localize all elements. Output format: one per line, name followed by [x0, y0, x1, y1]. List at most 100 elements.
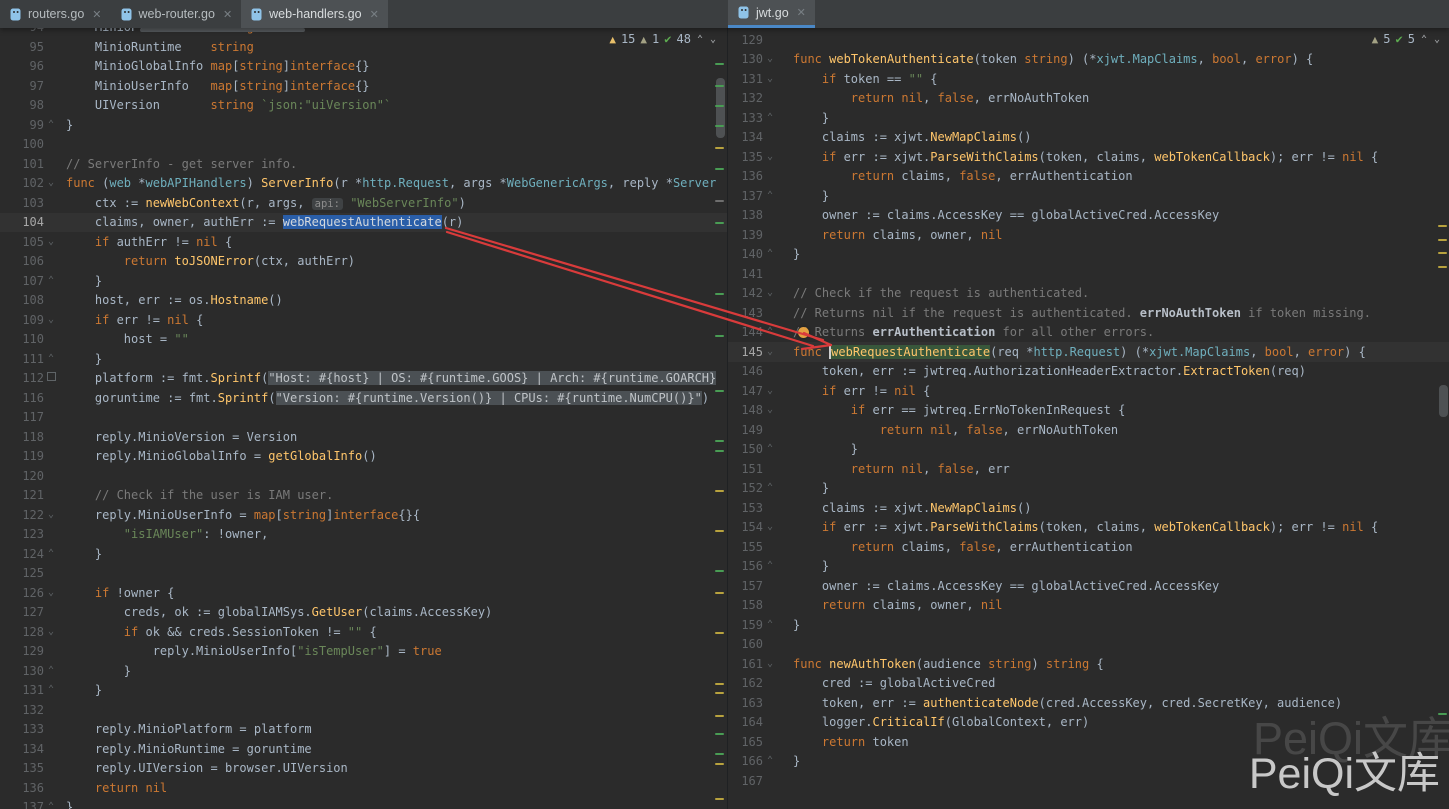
- code-line[interactable]: 151 return nil, false, err: [728, 459, 1449, 479]
- code-line[interactable]: 116 goruntime := fmt.Sprintf("Version: #…: [0, 388, 727, 408]
- error-stripe-mark[interactable]: [715, 570, 724, 572]
- fold-marker[interactable]: ⌃: [763, 113, 777, 123]
- code-line[interactable]: 102⌄ func (web *webAPIHandlers) ServerInf…: [0, 174, 727, 194]
- line-number[interactable]: 122: [0, 508, 44, 522]
- code-line[interactable]: 96 MinioGlobalInfo map[string]interface{…: [0, 57, 727, 77]
- code-line[interactable]: 99⌃}: [0, 115, 727, 135]
- code-line[interactable]: 142⌄// Check if the request is authentic…: [728, 284, 1449, 304]
- tab-close-icon[interactable]: ✕: [370, 8, 379, 21]
- line-number[interactable]: 133: [0, 722, 44, 736]
- line-number[interactable]: 149: [728, 423, 763, 437]
- line-number[interactable]: 124: [0, 547, 44, 561]
- code-text[interactable]: if token == "" {: [793, 72, 1449, 86]
- fold-marker[interactable]: ⌄: [44, 315, 58, 325]
- code-line[interactable]: 135⌄ if err := xjwt.ParseWithClaims(toke…: [728, 147, 1449, 167]
- code-text[interactable]: if err := xjwt.ParseWithClaims(token, cl…: [793, 520, 1449, 534]
- code-text[interactable]: reply.UIVersion = browser.UIVersion: [66, 761, 727, 775]
- code-text[interactable]: reply.MinioGlobalInfo = getGlobalInfo(): [66, 449, 727, 463]
- code-text[interactable]: logger.CriticalIf(GlobalContext, err): [793, 715, 1449, 729]
- code-text[interactable]: if err := xjwt.ParseWithClaims(token, cl…: [793, 150, 1449, 164]
- code-line[interactable]: 136 return nil: [0, 778, 727, 798]
- fold-marker[interactable]: ⌄: [44, 178, 58, 188]
- error-stripe-mark[interactable]: [715, 763, 724, 765]
- code-text[interactable]: func (web *webAPIHandlers) ServerInfo(r …: [66, 176, 727, 190]
- code-text[interactable]: }: [793, 559, 1449, 573]
- tab-close-icon[interactable]: ✕: [223, 8, 232, 21]
- code-text[interactable]: if err == jwtreq.ErrNoTokenInRequest {: [793, 403, 1449, 417]
- line-number[interactable]: 135: [0, 761, 44, 775]
- code-line[interactable]: 147⌄ if err != nil {: [728, 381, 1449, 401]
- line-number[interactable]: 98: [0, 98, 44, 112]
- code-line[interactable]: 130⌃ }: [0, 661, 727, 681]
- code-text[interactable]: "isIAMUser": !owner,: [66, 527, 727, 541]
- code-text[interactable]: ctx := newWebContext(r, args, api: "WebS…: [66, 196, 727, 210]
- code-text[interactable]: return claims, owner, nil: [793, 598, 1449, 612]
- code-line[interactable]: 133⌃ }: [728, 108, 1449, 128]
- fold-marker[interactable]: ⌃: [44, 802, 58, 809]
- code-text[interactable]: return nil: [66, 781, 727, 795]
- code-text[interactable]: }: [793, 111, 1449, 125]
- code-line[interactable]: 153 claims := xjwt.NewMapClaims(): [728, 498, 1449, 518]
- code-text[interactable]: if ok && creds.SessionToken != "" {: [66, 625, 727, 639]
- code-line[interactable]: 119 reply.MinioGlobalInfo = getGlobalInf…: [0, 447, 727, 467]
- code-text[interactable]: claims, owner, authErr := webRequestAuth…: [66, 215, 727, 229]
- code-text[interactable]: }: [66, 800, 727, 809]
- code-text[interactable]: }: [793, 442, 1449, 456]
- line-number[interactable]: 130: [0, 664, 44, 678]
- code-line[interactable]: 144⌃// Returns errAuthentication for all…: [728, 323, 1449, 343]
- code-text[interactable]: owner := claims.AccessKey == globalActiv…: [793, 579, 1449, 593]
- error-stripe-mark[interactable]: [715, 692, 724, 694]
- code-text[interactable]: reply.MinioUserInfo = map[string]interfa…: [66, 508, 727, 522]
- line-number[interactable]: 146: [728, 364, 763, 378]
- line-number[interactable]: 108: [0, 293, 44, 307]
- code-line[interactable]: 135 reply.UIVersion = browser.UIVersion: [0, 759, 727, 779]
- code-text[interactable]: reply.MinioRuntime = goruntime: [66, 742, 727, 756]
- code-text[interactable]: cred := globalActiveCred: [793, 676, 1449, 690]
- code-text[interactable]: owner := claims.AccessKey == globalActiv…: [793, 208, 1449, 222]
- line-number[interactable]: 145: [728, 345, 763, 359]
- line-number[interactable]: 152: [728, 481, 763, 495]
- fold-marker[interactable]: ⌄: [44, 510, 58, 520]
- fold-marker[interactable]: ⌄: [763, 288, 777, 298]
- code-line[interactable]: 101// ServerInfo - get server info.: [0, 154, 727, 174]
- line-number[interactable]: 156: [728, 559, 763, 573]
- tab-routers-go[interactable]: routers.go ✕: [0, 0, 111, 28]
- bookmark-dot-icon[interactable]: [798, 327, 809, 338]
- fold-marker[interactable]: ⌃: [44, 120, 58, 130]
- code-line[interactable]: 140⌃}: [728, 245, 1449, 265]
- error-stripe-mark[interactable]: [715, 733, 724, 735]
- code-line[interactable]: 150⌃ }: [728, 440, 1449, 460]
- fold-marker[interactable]: ⌄: [763, 386, 777, 396]
- line-number[interactable]: 100: [0, 137, 44, 151]
- line-number[interactable]: 117: [0, 410, 44, 424]
- code-line[interactable]: 129 reply.MinioUserInfo["isTempUser"] = …: [0, 642, 727, 662]
- line-number[interactable]: 155: [728, 540, 763, 554]
- code-text[interactable]: func webTokenAuthenticate(token string) …: [793, 52, 1449, 66]
- line-number[interactable]: 150: [728, 442, 763, 456]
- code-text[interactable]: host, err := os.Hostname(): [66, 293, 727, 307]
- line-number[interactable]: 136: [728, 169, 763, 183]
- code-line[interactable]: 111⌃ }: [0, 349, 727, 369]
- code-line[interactable]: 166⌃}: [728, 752, 1449, 772]
- fold-marker[interactable]: ⌄: [763, 347, 777, 357]
- error-stripe-mark[interactable]: [715, 390, 724, 392]
- line-number[interactable]: 137: [728, 189, 763, 203]
- fold-marker[interactable]: ⌃: [763, 561, 777, 571]
- line-number[interactable]: 102: [0, 176, 44, 190]
- error-stripe-mark[interactable]: [715, 683, 724, 685]
- fold-marker[interactable]: ⌄: [44, 588, 58, 598]
- code-text[interactable]: token, err := authenticateNode(cred.Acce…: [793, 696, 1449, 710]
- line-number[interactable]: 159: [728, 618, 763, 632]
- line-number[interactable]: 132: [728, 91, 763, 105]
- next-issue-chevron-icon[interactable]: ⌄: [709, 34, 717, 45]
- code-text[interactable]: reply.MinioUserInfo["isTempUser"] = true: [66, 644, 727, 658]
- code-text[interactable]: if !owner {: [66, 586, 727, 600]
- code-line[interactable]: 139 return claims, owner, nil: [728, 225, 1449, 245]
- code-text[interactable]: return claims, owner, nil: [793, 228, 1449, 242]
- inspections-widget-left[interactable]: ▲ 15 ▲ 1 ✔ 48 ⌃ ⌄: [609, 32, 717, 46]
- code-line[interactable]: 145⌄func webRequestAuthenticate(req *htt…: [728, 342, 1449, 362]
- error-stripe-mark[interactable]: [715, 85, 724, 87]
- fold-marker[interactable]: ⌄: [763, 405, 777, 415]
- error-stripe-mark[interactable]: [715, 335, 724, 337]
- code-text[interactable]: // ServerInfo - get server info.: [66, 157, 727, 171]
